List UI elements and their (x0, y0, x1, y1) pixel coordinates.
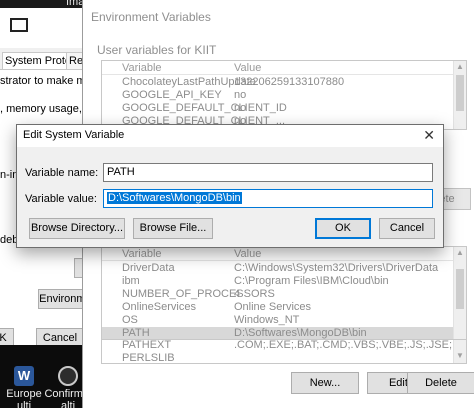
variable-value-selected-text: D:\Softwares\MongoDB\bin (107, 192, 242, 204)
column-variable[interactable]: Variable (122, 247, 162, 261)
variable-name-field[interactable]: PATH (103, 163, 433, 182)
user-variables-list[interactable]: Variable Value ChocolateyLastPathUpdate … (101, 60, 467, 130)
computer-icon (10, 18, 28, 32)
dialog-title: Edit System Variable (23, 129, 125, 141)
column-value[interactable]: Value (234, 61, 261, 75)
variable-value: Online Services (234, 301, 312, 313)
list-item[interactable]: ChocolateyLastPathUpdate 132206259133107… (102, 76, 466, 89)
list-item[interactable]: OnlineServices Online Services (102, 301, 466, 314)
column-variable[interactable]: Variable (122, 61, 162, 75)
list-header: Variable Value (102, 247, 466, 261)
variable-value: C:\Program Files\IBM\Cloud\bin (234, 275, 389, 287)
taskbar-label: Europe (6, 388, 42, 400)
list-item[interactable]: PATHEXT .COM;.EXE;.BAT;.CMD;.VBS;.VBE;.J… (102, 340, 466, 352)
scroll-thumb[interactable] (456, 269, 464, 309)
list-item[interactable]: PERLSLIB (102, 352, 466, 364)
scroll-thumb[interactable] (456, 75, 464, 111)
variable-name-label: Variable name: (25, 167, 99, 179)
list-item[interactable]: GOOGLE_DEFAULT_CLIENT_ID no (102, 102, 466, 115)
system-variables-list-continued[interactable]: PATHEXT .COM;.EXE;.BAT;.CMD;.VBS;.VBE;.J… (101, 340, 467, 364)
variable-name: PATH (122, 327, 150, 339)
variable-value: 4 (234, 288, 241, 300)
list-header: Variable Value (102, 61, 466, 75)
variable-name-value: PATH (107, 166, 135, 178)
ok-button[interactable]: K (0, 328, 14, 345)
variable-name: GOOGLE_DEFAULT_CLIENT_ID (122, 102, 287, 114)
list-item[interactable]: NUMBER_OF_PROCESSORS 4 (102, 288, 466, 301)
variable-value: .COM;.EXE;.BAT;.CMD;.VBS;.VBE;.JS;.JSE;.… (234, 340, 466, 351)
dialog-titlebar: Edit System Variable ✕ (17, 125, 443, 147)
list-item-selected[interactable]: PATH D:\Softwares\MongoDB\bin (102, 327, 466, 339)
variable-name: DriverData (122, 262, 175, 274)
variable-name: PERLSLIB (122, 352, 175, 364)
window-title: Environment Variables (91, 10, 211, 24)
variable-value: 132206259133107880 (234, 76, 345, 88)
variable-value-label: Variable value: (25, 193, 97, 205)
list-item[interactable]: DriverData C:\Windows\System32\Drivers\D… (102, 262, 466, 275)
variable-value: no (234, 102, 247, 114)
variable-value: Windows_NT (234, 314, 300, 326)
variable-name: OS (122, 314, 138, 326)
vertical-scrollbar[interactable]: ▲ (453, 61, 466, 129)
variable-value: no (234, 89, 247, 101)
variable-name: NUMBER_OF_PROCESSORS (122, 288, 275, 300)
cancel-button[interactable]: Cancel (36, 328, 84, 345)
browse-directory-button[interactable]: Browse Directory... (29, 218, 125, 239)
variable-name: ibm (122, 275, 140, 287)
variable-name: OnlineServices (122, 301, 196, 313)
edit-system-variable-dialog: Edit System Variable ✕ Variable name: PA… (16, 124, 444, 248)
scroll-down-icon[interactable]: ▼ (454, 350, 466, 362)
new-button[interactable]: New... (291, 372, 359, 394)
list-item[interactable]: OS Windows_NT (102, 314, 466, 327)
variable-value: D:\Softwares\MongoDB\bin (234, 327, 367, 339)
browse-file-button[interactable]: Browse File... (133, 218, 213, 239)
variable-value-field[interactable]: D:\Softwares\MongoDB\bin (103, 189, 433, 208)
system-variables-list[interactable]: Variable Value DriverData C:\Windows\Sys… (101, 246, 467, 340)
taskbar-item-europe[interactable]: W Europe ulti (0, 362, 48, 408)
list-item[interactable]: ibm C:\Program Files\IBM\Cloud\bin (102, 275, 466, 288)
shield-app-icon (58, 366, 78, 386)
scroll-up-icon[interactable]: ▲ (454, 61, 466, 73)
close-icon[interactable]: ✕ (423, 127, 435, 144)
vertical-scrollbar[interactable]: ▲ (453, 247, 466, 339)
variable-name: PATHEXT (122, 340, 172, 351)
scroll-up-icon[interactable]: ▲ (454, 247, 466, 259)
list-item[interactable]: GOOGLE_API_KEY no (102, 89, 466, 102)
ok-button[interactable]: OK (315, 218, 371, 239)
vertical-scrollbar[interactable]: ▼ (453, 340, 466, 363)
column-value[interactable]: Value (234, 247, 261, 261)
taskbar-label-2: ulti (16, 400, 32, 408)
variable-name: GOOGLE_API_KEY (122, 89, 222, 101)
variable-value: C:\Windows\System32\Drivers\DriverData (234, 262, 439, 274)
user-variables-label: User variables for KIIT (97, 43, 217, 57)
cancel-button[interactable]: Cancel (379, 218, 435, 239)
delete-button[interactable]: Delete (407, 372, 474, 394)
word-icon: W (14, 366, 34, 386)
